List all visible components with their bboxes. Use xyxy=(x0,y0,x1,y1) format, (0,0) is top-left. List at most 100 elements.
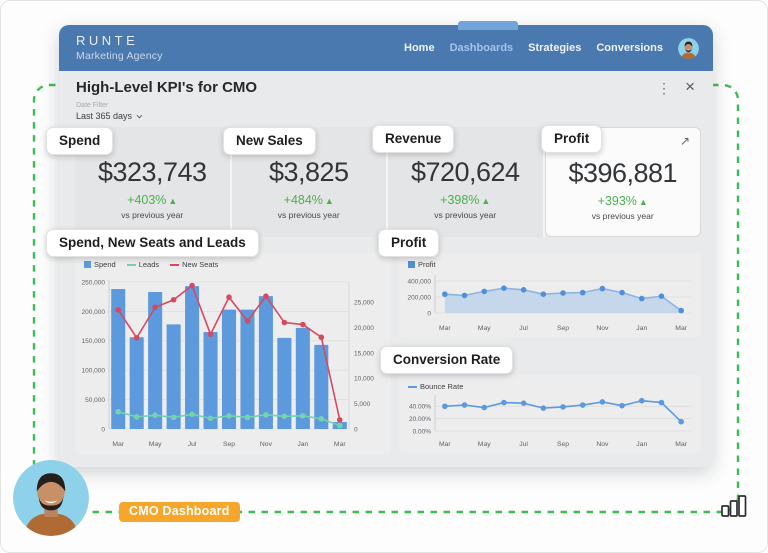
user-avatar[interactable] xyxy=(678,37,699,59)
callout-chip-revenue: Revenue xyxy=(372,125,455,153)
svg-text:50,000: 50,000 xyxy=(85,397,105,404)
area-chart-plot: 400,000 200,000 0 Mar May Jul Sep Nov Jan Mar xyxy=(408,275,691,332)
svg-text:100,000: 100,000 xyxy=(82,368,106,375)
svg-text:200,000: 200,000 xyxy=(82,309,106,316)
legend-swatch-bounce-rate xyxy=(408,385,417,388)
svg-text:Nov: Nov xyxy=(260,441,273,448)
svg-text:10,000: 10,000 xyxy=(354,376,374,383)
svg-text:Sep: Sep xyxy=(557,441,569,448)
svg-text:150,000: 150,000 xyxy=(82,338,106,345)
date-filter-dropdown[interactable]: Last 365 days xyxy=(76,111,143,121)
page-title: High-Level KPI's for CMO xyxy=(76,79,258,96)
callout-chip-new-sales: New Sales xyxy=(223,127,316,155)
kpi-delta: +393% ▲ xyxy=(597,194,648,208)
kpi-note: vs previous year xyxy=(434,210,497,220)
up-triangle-icon: ▲ xyxy=(324,196,334,206)
nav-strategies[interactable]: Strategies xyxy=(528,42,581,54)
kpi-value: $720,624 xyxy=(410,157,520,187)
kpi-value: $323,743 xyxy=(97,157,207,187)
cmo-dashboard-badge: CMO Dashboard xyxy=(119,502,240,522)
svg-text:May: May xyxy=(478,441,491,448)
callout-chip-conversion-rate: Conversion Rate xyxy=(380,346,514,374)
svg-text:5,000: 5,000 xyxy=(354,401,371,408)
svg-text:15,000: 15,000 xyxy=(354,350,374,357)
chart-bounce-rate: Bounce Rate 40.00% 20.00% 0.00% Mar May Jul Se… xyxy=(399,375,701,453)
svg-text:0: 0 xyxy=(354,426,358,433)
callout-chip-profit: Profit xyxy=(541,125,603,153)
chart-legend: Profit xyxy=(399,253,701,269)
close-icon[interactable]: × xyxy=(685,78,695,95)
svg-text:Sep: Sep xyxy=(223,441,235,448)
svg-text:200,000: 200,000 xyxy=(408,294,432,301)
avatar-image xyxy=(13,460,89,536)
svg-text:Nov: Nov xyxy=(596,325,609,332)
kpi-note: vs previous year xyxy=(277,210,340,220)
kpi-value: $396,881 xyxy=(568,158,678,188)
up-triangle-icon: ▲ xyxy=(481,196,491,206)
svg-text:Nov: Nov xyxy=(596,441,609,448)
chart-profit-trend: Profit 400,000 200,000 0 Mar May Jul Sep Nov Jan… xyxy=(399,253,701,337)
avatar-image xyxy=(678,37,699,59)
legend-swatch-spend xyxy=(84,261,91,268)
brand: RUNTE Marketing Agency xyxy=(76,33,163,62)
legend-swatch-leads xyxy=(126,263,136,266)
svg-text:Sep: Sep xyxy=(557,325,569,332)
svg-text:40.00%: 40.00% xyxy=(409,404,431,411)
date-filter-value: Last 365 days xyxy=(76,111,133,121)
svg-text:Mar: Mar xyxy=(112,441,124,448)
up-triangle-icon: ▲ xyxy=(638,197,648,207)
main-nav: Home Dashboards Strategies Conversions xyxy=(404,25,699,71)
bar-chart-icon xyxy=(721,495,747,517)
brand-name: RUNTE xyxy=(76,33,139,48)
legend-label: New Seats xyxy=(182,260,219,269)
chart-legend: Bounce Rate xyxy=(399,375,701,391)
expand-icon[interactable]: ↗ xyxy=(680,134,690,148)
legend-swatch-new-seats xyxy=(170,263,180,266)
up-triangle-icon: ▲ xyxy=(168,196,178,206)
svg-text:Jul: Jul xyxy=(519,441,528,448)
svg-text:Mar: Mar xyxy=(439,441,451,448)
kpi-value: $3,825 xyxy=(268,157,349,187)
line-chart-plot: 40.00% 20.00% 0.00% Mar May Jul Sep Nov Jan Mar xyxy=(409,395,691,448)
svg-text:20,000: 20,000 xyxy=(354,325,374,332)
legend-label: Profit xyxy=(418,260,436,269)
svg-text:Mar: Mar xyxy=(675,441,687,448)
nav-dashboards[interactable]: Dashboards xyxy=(450,42,514,54)
svg-text:Mar: Mar xyxy=(675,325,687,332)
legend-swatch-profit xyxy=(408,261,415,268)
svg-text:Jul: Jul xyxy=(188,441,197,448)
svg-text:May: May xyxy=(149,441,162,448)
svg-text:Jul: Jul xyxy=(519,325,528,332)
svg-text:Mar: Mar xyxy=(439,325,451,332)
avatar xyxy=(13,460,89,536)
kpi-delta: +403% ▲ xyxy=(127,193,178,207)
date-filter-label: Date Filter xyxy=(76,102,109,109)
legend-label: Bounce Rate xyxy=(420,382,464,391)
svg-text:Jan: Jan xyxy=(636,441,647,448)
chart-spend-seats-leads: Spend Leads New Seats 250,000 200,000 150,… xyxy=(75,253,391,455)
kpi-note: vs previous year xyxy=(591,211,654,221)
svg-text:0: 0 xyxy=(101,426,105,433)
kpi-delta: +398% ▲ xyxy=(440,193,491,207)
svg-text:0.00%: 0.00% xyxy=(413,428,432,435)
app-header: RUNTE Marketing Agency Home Dashboards S… xyxy=(59,21,713,71)
kebab-menu-icon[interactable]: ⋮ xyxy=(657,80,671,97)
svg-text:25,000: 25,000 xyxy=(354,300,374,307)
svg-text:May: May xyxy=(478,325,491,332)
callout-chip-profit-chart: Profit xyxy=(378,229,440,257)
chevron-down-icon xyxy=(136,112,143,119)
svg-text:400,000: 400,000 xyxy=(408,278,432,285)
nav-home[interactable]: Home xyxy=(404,42,435,54)
svg-text:Mar: Mar xyxy=(334,441,346,448)
nav-conversions[interactable]: Conversions xyxy=(596,42,663,54)
kpi-note: vs previous year xyxy=(121,210,184,220)
legend-label: Leads xyxy=(138,260,160,269)
mockup-canvas: RUNTE Marketing Agency Home Dashboards S… xyxy=(0,0,768,553)
brand-subtitle: Marketing Agency xyxy=(76,50,163,62)
svg-text:250,000: 250,000 xyxy=(82,279,106,286)
callout-chip-spend-seats-leads: Spend, New Seats and Leads xyxy=(46,229,259,257)
svg-text:0: 0 xyxy=(427,310,431,317)
svg-text:Jan: Jan xyxy=(297,441,308,448)
legend-label: Spend xyxy=(94,260,116,269)
svg-text:20.00%: 20.00% xyxy=(409,416,431,423)
